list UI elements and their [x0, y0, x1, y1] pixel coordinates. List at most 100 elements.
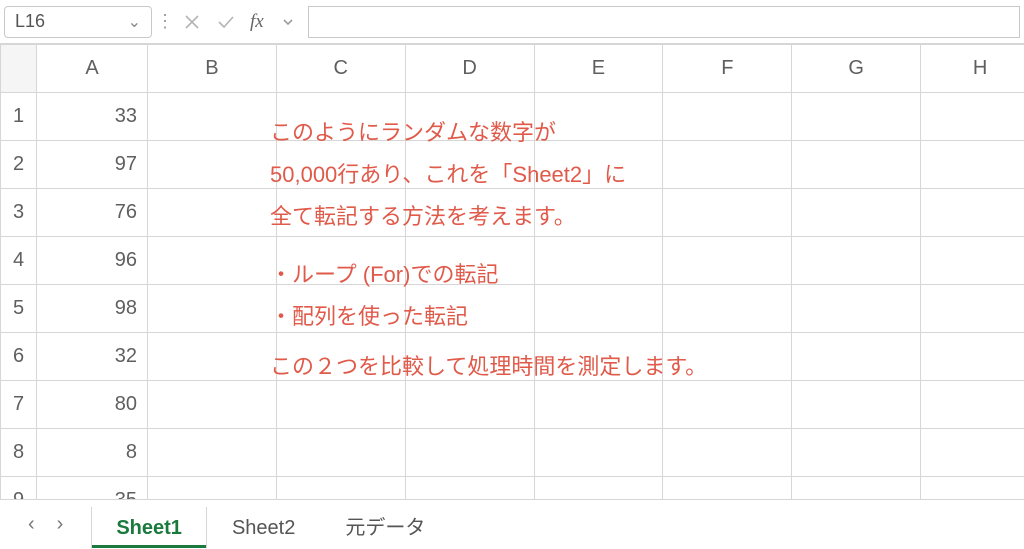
cell[interactable] [405, 189, 534, 237]
cell[interactable]: 76 [37, 189, 148, 237]
cell[interactable] [792, 477, 921, 500]
sheet-tab[interactable]: Sheet1 [91, 507, 207, 549]
cell[interactable] [405, 333, 534, 381]
cell[interactable] [276, 381, 405, 429]
cell[interactable] [534, 429, 663, 477]
cell[interactable] [276, 141, 405, 189]
row-header[interactable]: 5 [1, 285, 37, 333]
cell[interactable] [921, 237, 1024, 285]
row-header[interactable]: 6 [1, 333, 37, 381]
name-box[interactable]: L16 ⌄ [4, 6, 152, 38]
row-header[interactable]: 1 [1, 93, 37, 141]
cell[interactable] [276, 189, 405, 237]
chevron-down-icon[interactable] [278, 12, 298, 32]
cell[interactable] [534, 333, 663, 381]
cell[interactable] [663, 93, 792, 141]
col-header[interactable]: E [534, 45, 663, 93]
cancel-icon[interactable] [182, 12, 202, 32]
cell[interactable] [147, 189, 276, 237]
col-header[interactable]: H [921, 45, 1024, 93]
cell[interactable] [276, 429, 405, 477]
cell[interactable] [921, 333, 1024, 381]
cell[interactable] [147, 429, 276, 477]
cell[interactable]: 80 [37, 381, 148, 429]
row-header[interactable]: 8 [1, 429, 37, 477]
cell[interactable] [921, 189, 1024, 237]
cell[interactable]: 35 [37, 477, 148, 500]
cell[interactable]: 98 [37, 285, 148, 333]
cell[interactable] [792, 333, 921, 381]
cell[interactable] [405, 429, 534, 477]
select-all-corner[interactable] [1, 45, 37, 93]
sheet-next-icon[interactable]: › [57, 513, 64, 536]
cell[interactable] [276, 477, 405, 500]
cell[interactable] [405, 285, 534, 333]
cell[interactable] [663, 237, 792, 285]
accept-icon[interactable] [216, 12, 236, 32]
cell[interactable] [147, 141, 276, 189]
cell[interactable] [534, 381, 663, 429]
cell[interactable] [534, 189, 663, 237]
cell[interactable] [663, 429, 792, 477]
cell[interactable] [147, 477, 276, 500]
cell[interactable] [792, 141, 921, 189]
sheet-tab[interactable]: Sheet2 [207, 507, 320, 549]
cell[interactable] [276, 285, 405, 333]
sheet-prev-icon[interactable]: ‹ [28, 513, 35, 536]
cell[interactable] [147, 237, 276, 285]
cell[interactable] [147, 381, 276, 429]
cell[interactable] [663, 141, 792, 189]
cell[interactable]: 96 [37, 237, 148, 285]
cell[interactable] [792, 189, 921, 237]
spreadsheet-grid[interactable]: A B C D E F G H 133297376496598632780889… [0, 44, 1024, 499]
row-header[interactable]: 2 [1, 141, 37, 189]
cell[interactable] [405, 141, 534, 189]
row-header[interactable]: 7 [1, 381, 37, 429]
col-header[interactable]: G [792, 45, 921, 93]
cell[interactable] [534, 237, 663, 285]
cell[interactable] [921, 381, 1024, 429]
cell[interactable] [921, 429, 1024, 477]
cell[interactable]: 97 [37, 141, 148, 189]
cell[interactable] [276, 93, 405, 141]
cell[interactable] [663, 285, 792, 333]
cell[interactable]: 33 [37, 93, 148, 141]
col-header[interactable]: A [37, 45, 148, 93]
cell[interactable] [663, 189, 792, 237]
cell[interactable] [405, 93, 534, 141]
cell[interactable] [792, 237, 921, 285]
row-header[interactable]: 4 [1, 237, 37, 285]
cell[interactable] [663, 477, 792, 500]
cell[interactable] [792, 381, 921, 429]
cell[interactable] [921, 93, 1024, 141]
cell[interactable] [663, 381, 792, 429]
row-header[interactable]: 3 [1, 189, 37, 237]
cell[interactable] [534, 285, 663, 333]
cell[interactable] [147, 333, 276, 381]
cell[interactable] [792, 429, 921, 477]
cell[interactable] [276, 333, 405, 381]
cell[interactable] [921, 141, 1024, 189]
col-header[interactable]: F [663, 45, 792, 93]
cell[interactable] [534, 141, 663, 189]
formula-input[interactable] [308, 6, 1020, 38]
cell[interactable] [405, 381, 534, 429]
cell[interactable] [921, 285, 1024, 333]
cell[interactable]: 32 [37, 333, 148, 381]
cell[interactable] [276, 237, 405, 285]
col-header[interactable]: D [405, 45, 534, 93]
grid-table[interactable]: A B C D E F G H 133297376496598632780889… [0, 44, 1024, 499]
col-header[interactable]: B [147, 45, 276, 93]
cell[interactable] [663, 333, 792, 381]
col-header[interactable]: C [276, 45, 405, 93]
cell[interactable] [405, 237, 534, 285]
cell[interactable]: 8 [37, 429, 148, 477]
cell[interactable] [405, 477, 534, 500]
cell[interactable] [792, 93, 921, 141]
sheet-tab[interactable]: 元データ [320, 501, 450, 549]
cell[interactable] [921, 477, 1024, 500]
cell[interactable] [534, 477, 663, 500]
chevron-down-icon[interactable]: ⌄ [128, 12, 141, 32]
row-header[interactable]: 9 [1, 477, 37, 500]
fx-label[interactable]: fx [250, 11, 264, 33]
